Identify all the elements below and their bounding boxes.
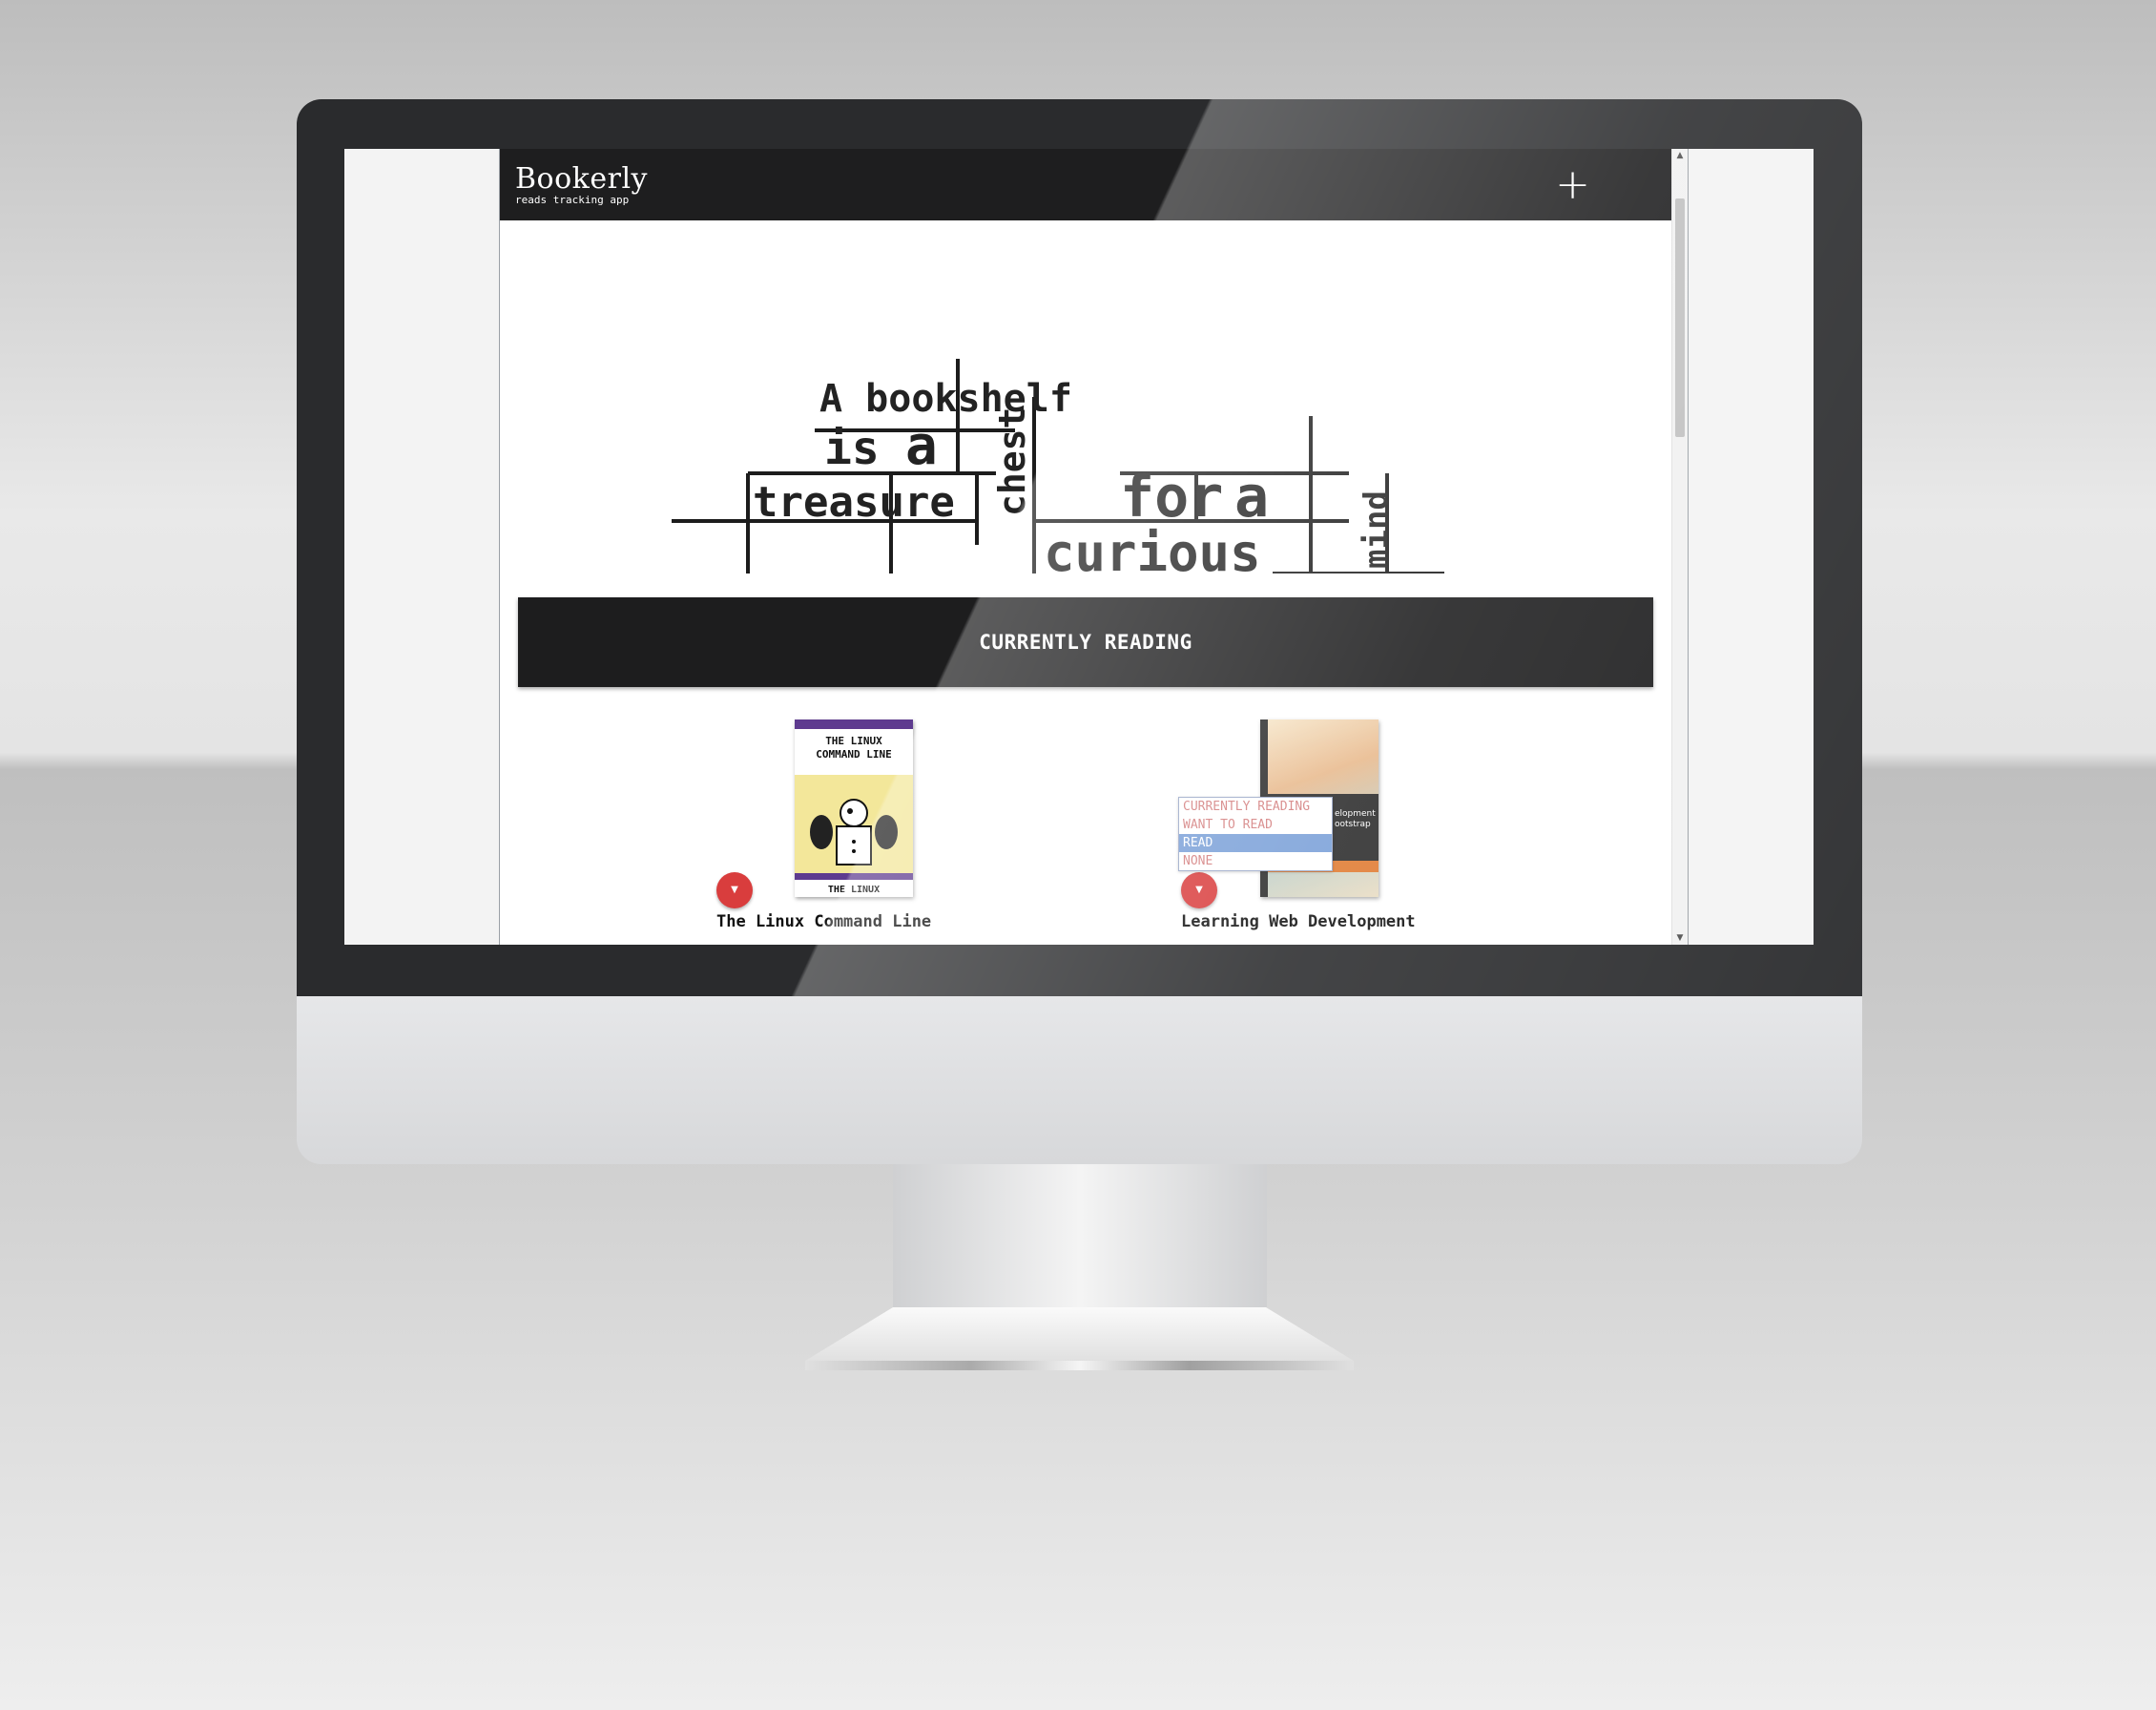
book-title: The Linux Command Line [716,912,932,931]
section-title: CURRENTLY READING [979,631,1192,654]
scroll-up-icon[interactable]: ▲ [1672,149,1688,162]
bookshelf-quote-graphic: A bookshelf is a treasure chest for a cu… [672,359,1444,583]
scroll-thumb[interactable] [1675,198,1685,437]
shelf-option-read[interactable]: READ [1179,834,1332,852]
cover-text: elopment ootstrap [1335,809,1376,829]
shelf-option-currently-reading[interactable]: CURRENTLY READING [1179,798,1332,816]
logo[interactable]: Bookerly reads tracking app [515,161,648,206]
shelf-changer-button[interactable]: ▼ [716,872,753,908]
shelf-changer-button[interactable]: ▼ [1181,872,1217,908]
hero-word: treasure [753,478,955,527]
hero-word: mind [1358,490,1396,569]
currently-reading-banner: CURRENTLY READING [518,597,1653,687]
cover-title: THE LINUX COMMAND LINE [816,735,892,761]
cover-footer: THE LINUX [795,880,913,897]
monitor-chin [297,996,1862,1164]
app: Bookerly reads tracking app + A bookshel… [500,149,1672,945]
shelf-select-dropdown[interactable]: CURRENTLY READING WANT TO READ READ NONE [1178,797,1333,871]
shelf-option-want-to-read[interactable]: WANT TO READ [1179,816,1332,834]
scroll-down-icon[interactable]: ▼ [1672,931,1688,945]
logo-name: Bookerly [515,161,648,196]
shelf-option-none[interactable]: NONE [1179,852,1332,870]
hero-word: chest [991,407,1033,516]
robot-illustration-icon [810,799,898,865]
logo-tagline: reads tracking app [515,193,630,206]
hero-word: a [905,415,938,477]
monitor-stand-neck [893,1164,1267,1307]
hero-word: for [1120,464,1223,531]
book-cover[interactable]: THE LINUX COMMAND LINE THE LINUX [795,719,913,897]
browser-viewport: Bookerly reads tracking app + A bookshel… [499,149,1689,945]
monitor-stand-edge [805,1361,1354,1370]
hero-word: a [1234,464,1269,531]
vertical-scrollbar[interactable]: ▲ ▼ [1671,149,1688,945]
app-header: Bookerly reads tracking app + [500,149,1672,220]
hero-bookshelf-image: A bookshelf is a treasure chest for a cu… [662,340,1444,583]
monitor-bezel: Bookerly reads tracking app + A bookshel… [297,99,1862,996]
add-book-button[interactable]: + [1555,163,1590,206]
hero-word: curious [1044,523,1261,573]
book-title: Learning Web Development [1181,912,1416,931]
hero-word: is [824,422,880,475]
screen: Bookerly reads tracking app + A bookshel… [344,149,1814,945]
hero-word: A bookshelf [819,377,1072,421]
